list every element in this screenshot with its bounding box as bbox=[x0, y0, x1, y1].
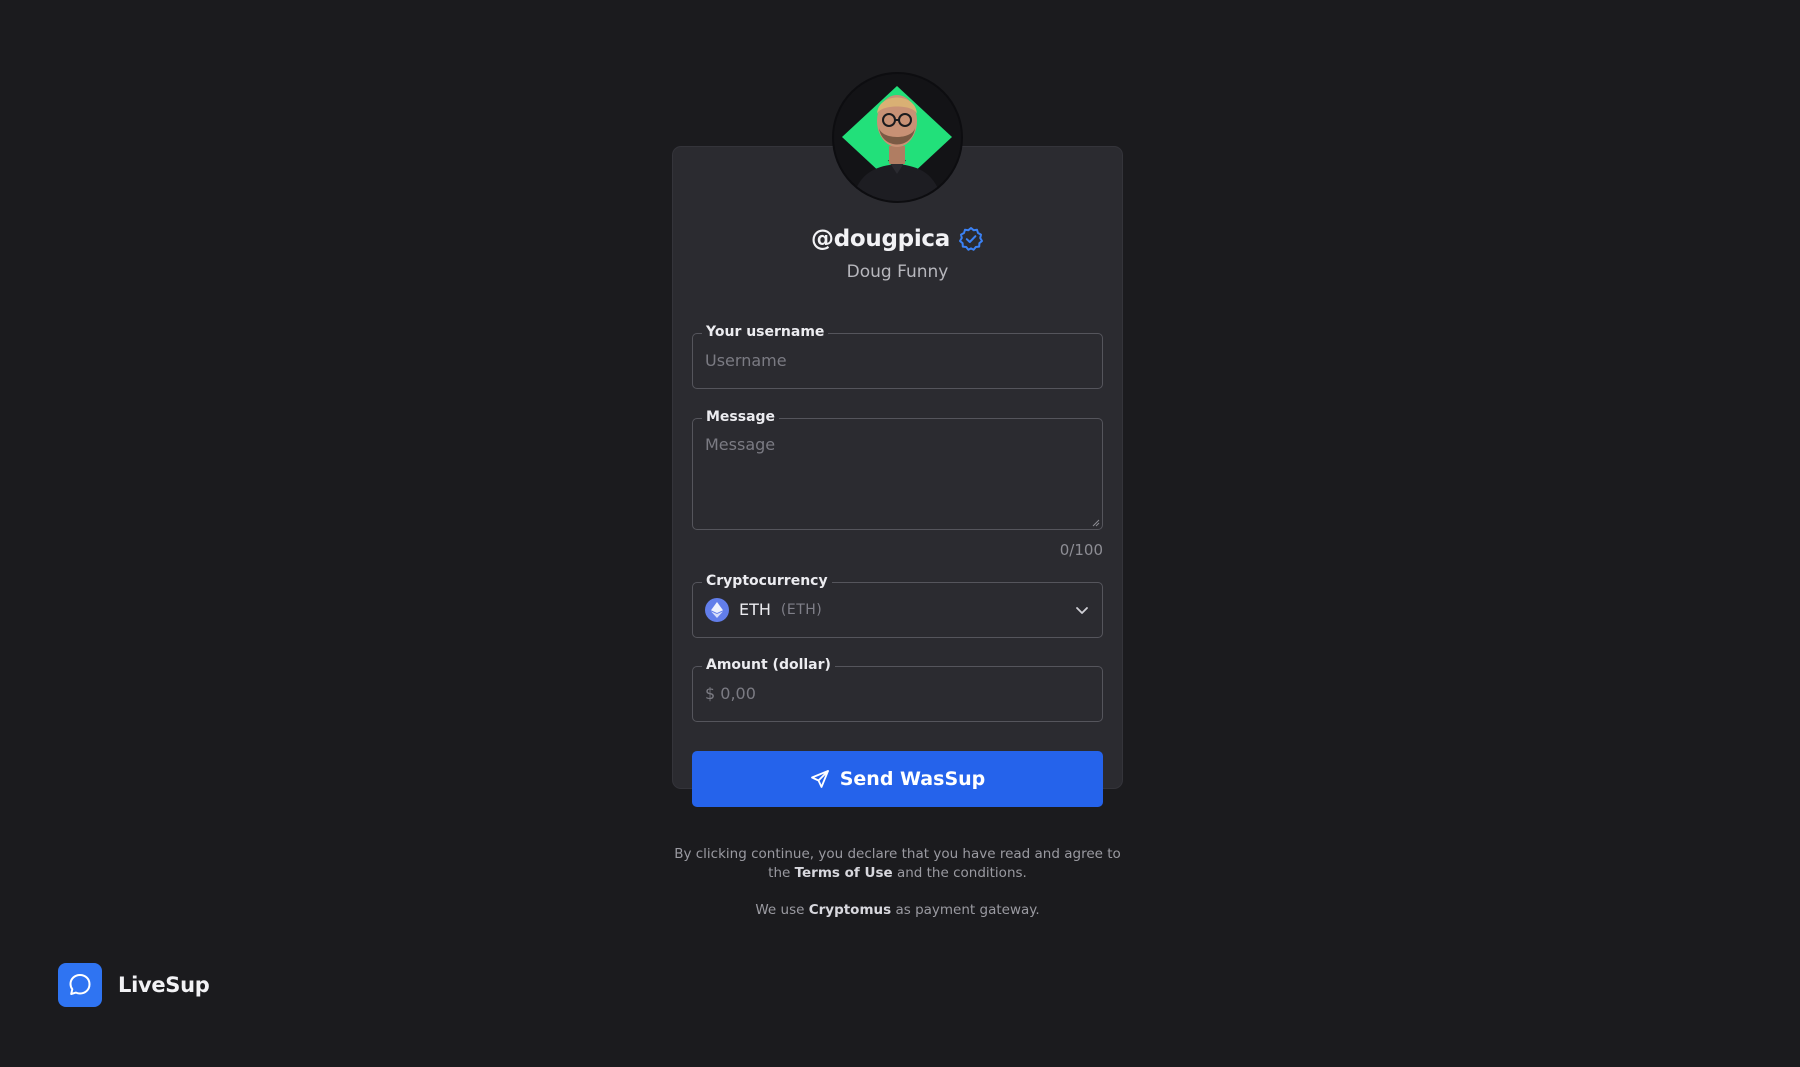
profile-display-name: Doug Funny bbox=[846, 262, 949, 282]
terms-notice: By clicking continue, you declare that y… bbox=[672, 845, 1123, 883]
profile-header: @dougpica bbox=[672, 222, 1123, 256]
chat-bubble-icon bbox=[58, 963, 102, 1007]
gateway-name: Cryptomus bbox=[808, 902, 892, 918]
payment-gateway-notice: We use Cryptomus as payment gateway. bbox=[672, 902, 1123, 918]
page: @dougpica Doug Funny Your username Messa… bbox=[0, 0, 1800, 1067]
send-icon bbox=[810, 770, 829, 788]
cryptocurrency-select[interactable]: Cryptocurrency ETH (ETH) bbox=[692, 572, 1103, 638]
cryptocurrency-code: (ETH) bbox=[780, 601, 823, 618]
username-input[interactable] bbox=[705, 334, 1090, 387]
amount-input[interactable] bbox=[705, 667, 1090, 720]
profile-handle: @dougpica bbox=[811, 226, 950, 252]
send-wassup-button[interactable]: Send WasSup bbox=[692, 751, 1103, 807]
avatar-photo bbox=[834, 74, 961, 201]
gateway-suffix: as payment gateway. bbox=[891, 902, 1040, 918]
amount-field[interactable]: Amount (dollar) bbox=[692, 656, 1103, 722]
ethereum-icon bbox=[705, 597, 729, 622]
cryptocurrency-selected-option[interactable]: ETH (ETH) bbox=[705, 583, 1090, 636]
message-input[interactable] bbox=[705, 435, 1090, 523]
cryptocurrency-name: ETH bbox=[739, 600, 771, 619]
gateway-prefix: We use bbox=[755, 902, 809, 918]
message-field[interactable]: Message bbox=[692, 408, 1103, 530]
terms-suffix: and the conditions. bbox=[892, 865, 1027, 881]
chevron-down-icon[interactable] bbox=[1074, 602, 1090, 618]
message-label: Message bbox=[702, 408, 780, 426]
terms-of-use-link[interactable]: Terms of Use bbox=[795, 865, 893, 881]
send-button-label: Send WasSup bbox=[839, 768, 986, 790]
brand-name: LiveSup bbox=[118, 973, 210, 997]
verified-badge-icon bbox=[958, 226, 984, 252]
username-field[interactable]: Your username bbox=[692, 323, 1103, 389]
resize-handle-icon[interactable] bbox=[1092, 519, 1100, 527]
avatar bbox=[832, 72, 963, 203]
brand-logo[interactable]: LiveSup bbox=[58, 963, 210, 1007]
message-char-counter: 0/100 bbox=[1059, 541, 1103, 559]
